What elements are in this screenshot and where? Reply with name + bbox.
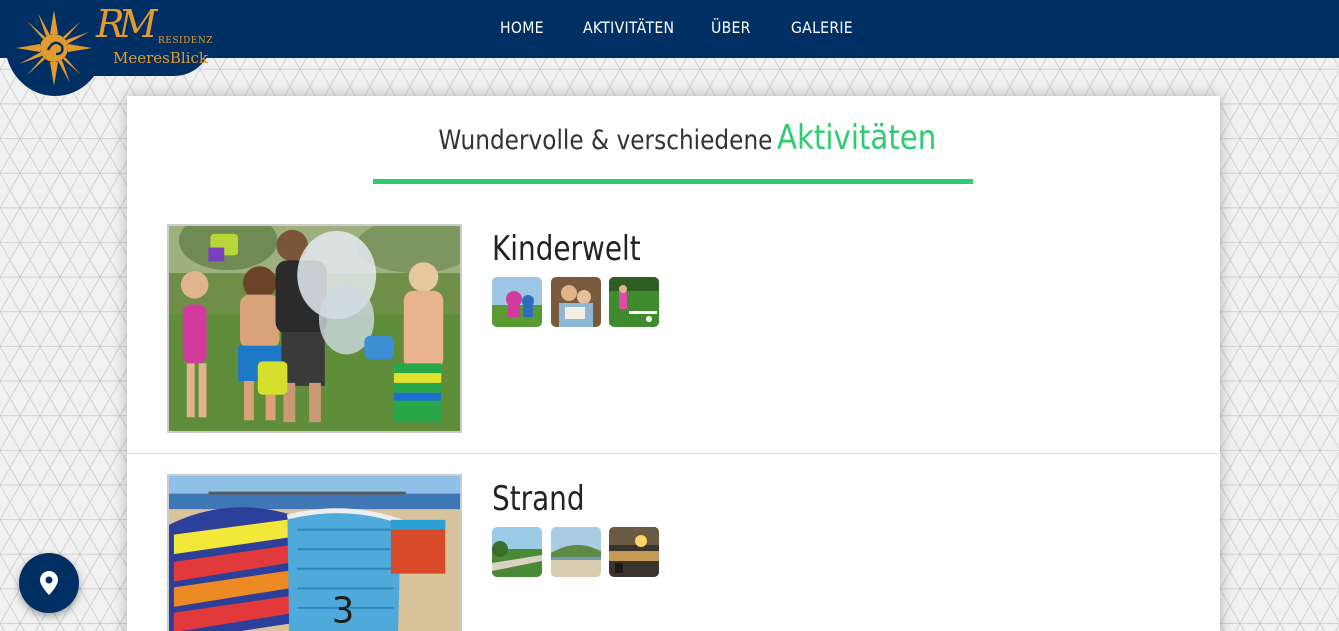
nav-home[interactable]: HOME [500,18,544,37]
nav-galerie[interactable]: GALERIE [791,18,853,37]
logo-name[interactable]: MeeresBlick [113,49,208,67]
heading-accent-text: Aktivitäten [776,118,937,158]
nav-aktivitaeten[interactable]: AKTIVITÄTEN [583,18,674,37]
kids-playground-thumb[interactable] [492,277,542,327]
section-title-kinderwelt[interactable]: Kinderwelt [492,229,641,269]
svg-text:3: 3 [332,591,355,631]
sun-icon[interactable] [14,8,94,88]
nav-ueber[interactable]: ÜBER [711,18,751,37]
beach-chairs-pier-photo[interactable]: 3 [167,474,462,631]
logo-residenz-label: RESIDENZ [158,36,213,46]
section-divider [127,453,1220,454]
map-pin-icon [40,571,58,595]
kids-reading-thumb[interactable] [551,277,601,327]
children-water-play-photo[interactable] [167,224,462,433]
kids-lawn-thumb[interactable] [609,277,659,327]
section-title-strand[interactable]: Strand [492,479,585,519]
heading-plain-text: Wundervolle & verschiedene [438,125,773,156]
sunset-thumb[interactable] [609,527,659,577]
promenade-thumb[interactable] [492,527,542,577]
location-button[interactable] [19,553,79,613]
heading-underline [373,179,973,184]
logo-monogram[interactable]: RM [96,2,157,46]
page-heading: Wundervolle & verschiedene Aktivitäten [0,118,1339,158]
beach-cliff-thumb[interactable] [551,527,601,577]
